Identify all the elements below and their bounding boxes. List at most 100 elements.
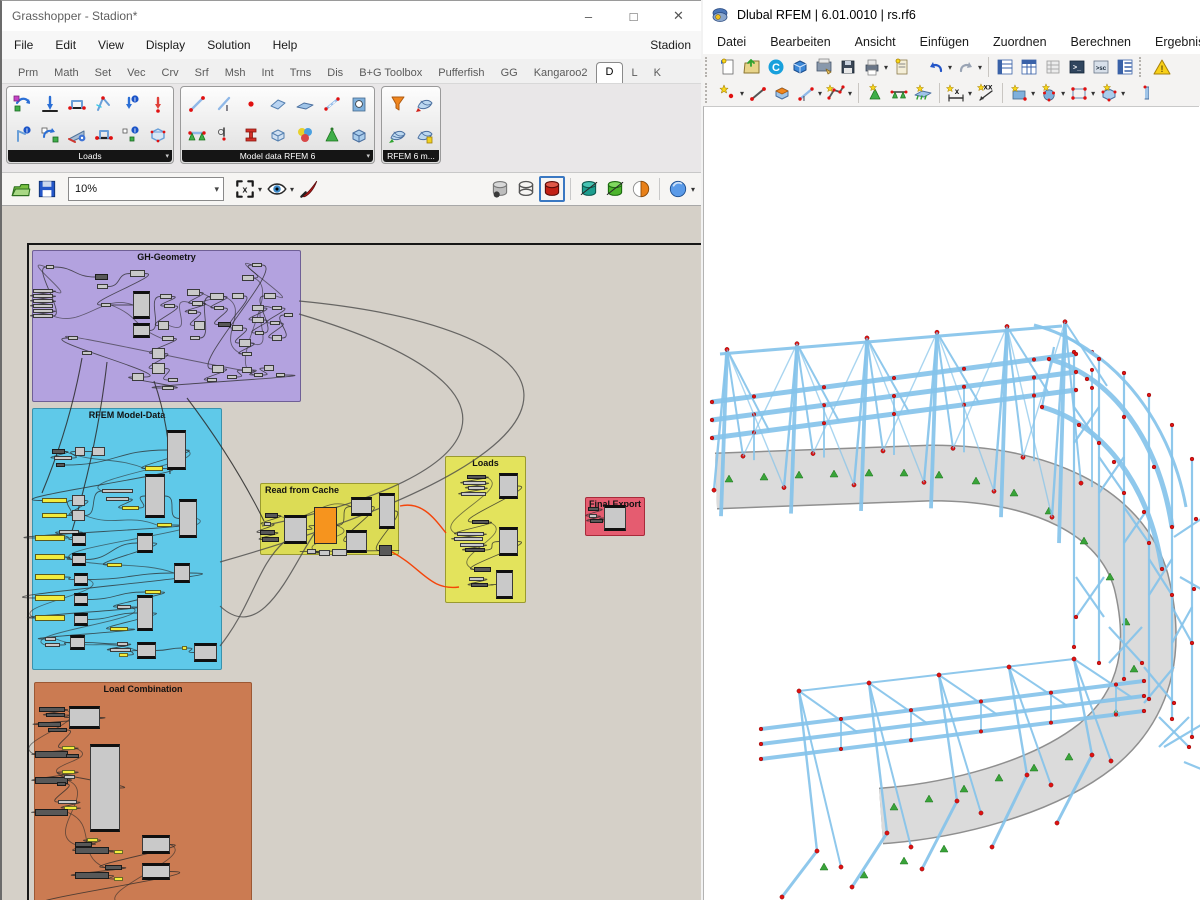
gh-node[interactable]: [56, 463, 65, 467]
gh-node[interactable]: [114, 877, 123, 881]
gh-node[interactable]: [48, 728, 67, 732]
gh-node[interactable]: [252, 305, 264, 311]
gh-node[interactable]: [272, 335, 282, 341]
gh-node[interactable]: [463, 481, 486, 485]
gh-node[interactable]: [130, 270, 145, 277]
gh-node[interactable]: [110, 627, 128, 631]
caret-icon[interactable]: ▾: [1121, 89, 1125, 98]
gh-tab-d[interactable]: D: [596, 62, 624, 83]
gh-node[interactable]: [262, 537, 279, 542]
rfem-menu-einf-gen[interactable]: Einfügen: [920, 35, 969, 49]
transfer-load-icon[interactable]: [36, 119, 63, 150]
gh-tab-trns[interactable]: Trns: [282, 64, 320, 83]
save-icon[interactable]: [836, 55, 860, 79]
combo-caret-icon[interactable]: ▾: [214, 184, 219, 195]
gh-node[interactable]: [117, 605, 131, 609]
caret-icon[interactable]: ▾: [1031, 89, 1035, 98]
gh-node[interactable]: [239, 339, 251, 347]
caret-icon[interactable]: ▾: [848, 89, 852, 98]
boxes-info-icon[interactable]: i: [117, 119, 144, 150]
gh-node[interactable]: [42, 498, 67, 503]
line-member-icon[interactable]: [183, 88, 210, 119]
gh-node[interactable]: [62, 770, 75, 774]
gh-node[interactable]: [346, 530, 367, 553]
undo-icon[interactable]: [924, 55, 948, 79]
funnel-icon[interactable]: [384, 88, 411, 119]
gh-node[interactable]: [467, 475, 486, 479]
close-button[interactable]: ✕: [656, 1, 701, 31]
gh-tab-gg[interactable]: GG: [493, 64, 526, 83]
minimize-button[interactable]: –: [566, 1, 611, 31]
nsupport-icon[interactable]: [863, 81, 887, 105]
gh-node[interactable]: [57, 782, 66, 786]
gh-node[interactable]: [39, 707, 65, 712]
zoom-level-combo[interactable]: 10%▾: [68, 177, 224, 201]
gh-node[interactable]: [105, 865, 122, 870]
caret-icon[interactable]: ▾: [968, 89, 972, 98]
gh-node[interactable]: [242, 367, 252, 373]
table-doc-icon[interactable]: [1113, 55, 1137, 79]
table-nav-icon[interactable]: [993, 55, 1017, 79]
gh-node[interactable]: [70, 635, 85, 650]
polyline-icon[interactable]: [824, 81, 848, 105]
gh-node[interactable]: [33, 304, 53, 308]
toolbar-drag-handle[interactable]: [705, 57, 713, 77]
gh-node[interactable]: [232, 325, 243, 331]
gh-node[interactable]: [52, 449, 65, 454]
gh-node[interactable]: [232, 293, 244, 299]
gh-node[interactable]: [142, 835, 170, 854]
gh-node[interactable]: [272, 306, 282, 310]
console-icon[interactable]: >_: [1065, 55, 1089, 79]
gh-node[interactable]: [102, 489, 133, 493]
gh-node[interactable]: [179, 499, 197, 538]
gh-node[interactable]: [218, 322, 231, 327]
rfem-menu-datei[interactable]: Datei: [717, 35, 746, 49]
gh-tab-math[interactable]: Math: [46, 64, 86, 83]
gh-node[interactable]: [82, 351, 92, 355]
gh-tab-kangaroo2[interactable]: Kangaroo2: [526, 64, 596, 83]
gh-node[interactable]: [207, 378, 217, 382]
gh-menu-display[interactable]: Display: [146, 38, 185, 52]
c-service-icon[interactable]: C: [764, 55, 788, 79]
box3d-icon[interactable]: [1097, 81, 1121, 105]
mode-wire-icon[interactable]: [513, 176, 539, 202]
gh-node[interactable]: [284, 313, 293, 317]
report-icon[interactable]: [890, 55, 914, 79]
gh-node[interactable]: [95, 274, 108, 280]
surface-icon[interactable]: [1007, 81, 1031, 105]
gh-node[interactable]: [33, 299, 53, 303]
gh-node[interactable]: [33, 294, 53, 298]
gh-node[interactable]: [137, 642, 156, 659]
gh-node[interactable]: [122, 506, 139, 510]
rfem-3d-viewport[interactable]: [703, 106, 1199, 900]
gh-tab-set[interactable]: Set: [87, 64, 120, 83]
gh-node[interactable]: [152, 363, 165, 374]
gh-node[interactable]: [35, 809, 68, 816]
gh-node[interactable]: [276, 373, 285, 377]
gh-node[interactable]: [190, 336, 200, 340]
gh-node[interactable]: [145, 466, 163, 471]
mode-blue-icon[interactable]: [665, 176, 691, 202]
script-icon[interactable]: >sc: [1089, 55, 1113, 79]
gh-tab-msh[interactable]: Msh: [217, 64, 254, 83]
mesh-green-icon[interactable]: [384, 119, 411, 150]
caret-icon[interactable]: ▾: [1061, 89, 1065, 98]
gh-node[interactable]: [35, 751, 68, 758]
gh-node[interactable]: [164, 304, 175, 308]
node-pin-icon[interactable]: [210, 119, 237, 150]
crane-info-icon[interactable]: i: [9, 119, 36, 150]
gh-node[interactable]: [90, 744, 120, 832]
gh-node[interactable]: [214, 306, 224, 310]
member-icon[interactable]: I: [794, 81, 818, 105]
gh-node[interactable]: [110, 648, 131, 652]
caret-icon[interactable]: ▾: [978, 63, 982, 72]
preview-eye-icon[interactable]: [264, 176, 290, 202]
webcube-icon[interactable]: [788, 55, 812, 79]
gh-node[interactable]: [72, 553, 86, 566]
gh-node[interactable]: [604, 505, 626, 531]
table-edit-icon[interactable]: [1041, 55, 1065, 79]
frame-icon[interactable]: [1067, 81, 1091, 105]
edge-icon[interactable]: [1127, 81, 1151, 105]
gh-node[interactable]: [590, 519, 603, 523]
solid3d-icon[interactable]: [770, 81, 794, 105]
